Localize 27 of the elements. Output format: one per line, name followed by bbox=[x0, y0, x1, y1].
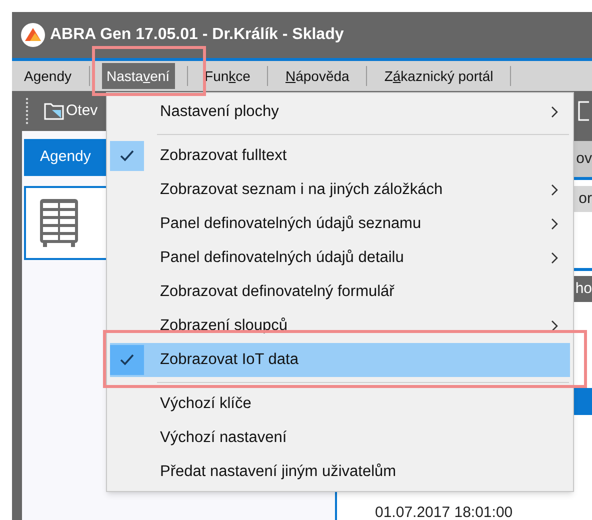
sidebar-tab[interactable]: Agendy bbox=[24, 139, 108, 176]
menu-option[interactable]: Panel definovatelných údajů seznamu bbox=[110, 207, 570, 241]
menu-option[interactable]: Zobrazovat fulltext bbox=[110, 139, 570, 173]
row-text: or bbox=[578, 188, 592, 209]
menu-item[interactable]: Zákaznický portál bbox=[379, 63, 498, 89]
header-text: ov bbox=[576, 148, 592, 169]
menu-item[interactable]: Nápověda bbox=[280, 63, 354, 89]
menu-item[interactable]: Nastavení bbox=[102, 63, 175, 89]
storage-rack-icon bbox=[38, 198, 80, 248]
window-title: ABRA Gen 17.05.01 - Dr.Králík - Sklady bbox=[50, 25, 344, 45]
menu-option[interactable]: Výchozí nastavení bbox=[110, 421, 570, 455]
toolbar-icon[interactable] bbox=[578, 101, 590, 121]
menu-option[interactable]: Nastavení plochy bbox=[110, 95, 570, 129]
menu-option[interactable]: Výchozí klíče bbox=[110, 387, 570, 421]
menu-option[interactable]: Zobrazovat IoT data bbox=[110, 343, 570, 377]
folder-icon bbox=[44, 102, 64, 120]
logo-icon bbox=[20, 22, 46, 48]
menu-item[interactable]: Agendy bbox=[19, 63, 76, 89]
agenda-tile[interactable] bbox=[24, 186, 108, 260]
column-text: ho bbox=[575, 278, 592, 299]
menu-option[interactable]: Panel definovatelných údajů detailu bbox=[110, 241, 570, 275]
menu-option[interactable]: Předat nastavení jiným uživatelům bbox=[110, 455, 570, 489]
menu-option[interactable]: Zobrazovat seznam i na jiných záložkách bbox=[110, 173, 570, 207]
timestamp-cell: 01.07.2017 18:01:00 bbox=[375, 504, 513, 520]
open-button[interactable]: Otev bbox=[44, 100, 98, 122]
menu-option[interactable]: Zobrazení sloupců bbox=[110, 309, 570, 343]
menu-option[interactable]: Zobrazovat definovatelný formulář bbox=[110, 275, 570, 309]
